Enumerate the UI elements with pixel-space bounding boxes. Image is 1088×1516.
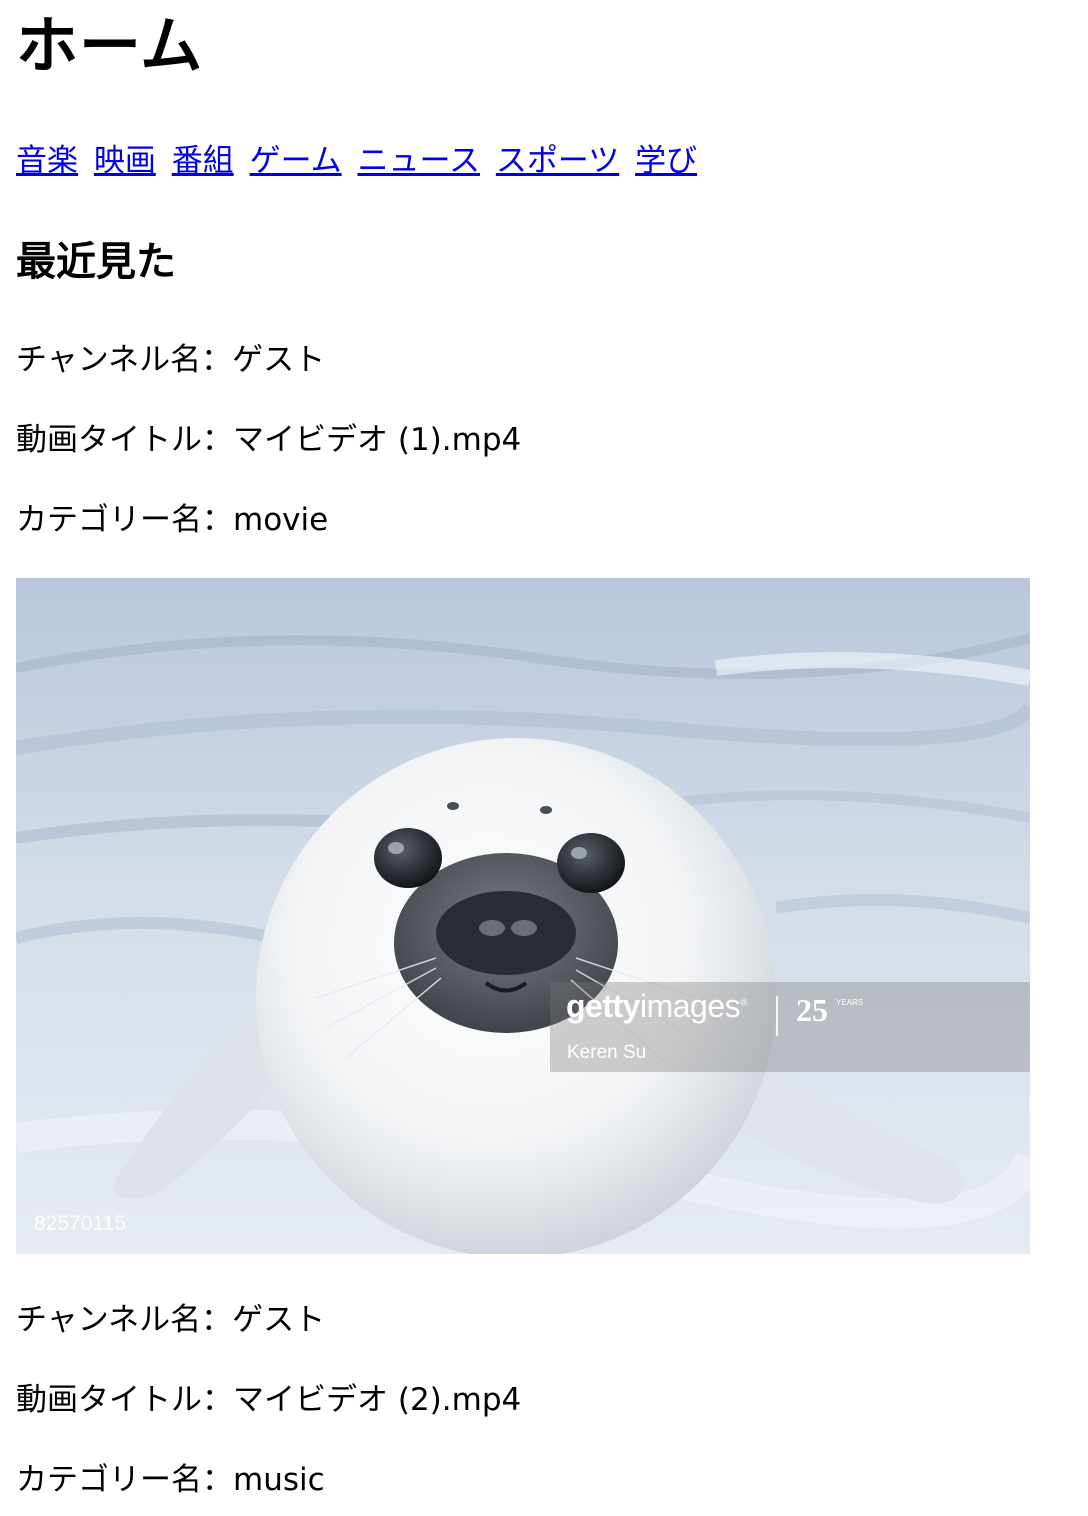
video-1-thumbnail[interactable]: gettyimages® 25 YEARS Keren Su 82570115 — [16, 578, 1030, 1254]
nav-link-learning[interactable]: 学び — [635, 143, 697, 179]
watermark-brand-light: images — [639, 988, 741, 1024]
recently-watched-heading: 最近見た — [16, 239, 176, 285]
video-2-channel: チャンネル名：ゲスト — [16, 1302, 326, 1338]
category-nav: 音楽 映画 番組 ゲーム ニュース スポーツ 学び — [16, 140, 703, 182]
nav-link-games[interactable]: ゲーム — [250, 143, 342, 179]
nav-link-music[interactable]: 音楽 — [16, 143, 78, 179]
page: ホーム 音楽 映画 番組 ゲーム ニュース スポーツ 学び 最近見た チャンネル… — [0, 0, 1088, 1516]
watermark-anniversary: 25 — [796, 992, 828, 1028]
watermark-brand-bold: getty — [566, 988, 640, 1024]
nav-link-news[interactable]: ニュース — [358, 143, 480, 179]
video-2-title: 動画タイトル：マイビデオ (2).mp4 — [16, 1382, 522, 1418]
video-2-category: カテゴリー名：music — [16, 1462, 325, 1498]
video-1-title: 動画タイトル：マイビデオ (1).mp4 — [16, 422, 522, 458]
watermark-brand-mark: ® — [740, 997, 747, 1009]
getty-images-watermark-logo: gettyimages® — [566, 988, 747, 1025]
watermark-divider — [776, 996, 778, 1036]
watermark-image-id: 82570115 — [34, 1212, 126, 1235]
seal-pup-photo — [16, 578, 1030, 1254]
video-1-channel: チャンネル名：ゲスト — [16, 342, 326, 378]
video-1-category: カテゴリー名：movie — [16, 502, 329, 538]
watermark-years: YEARS — [836, 998, 864, 1007]
nav-link-programs[interactable]: 番組 — [172, 143, 234, 179]
nav-link-sports[interactable]: スポーツ — [496, 143, 619, 179]
page-title: ホーム — [16, 9, 204, 82]
nav-link-movies[interactable]: 映画 — [94, 143, 156, 179]
watermark-credit: Keren Su — [567, 1042, 647, 1063]
